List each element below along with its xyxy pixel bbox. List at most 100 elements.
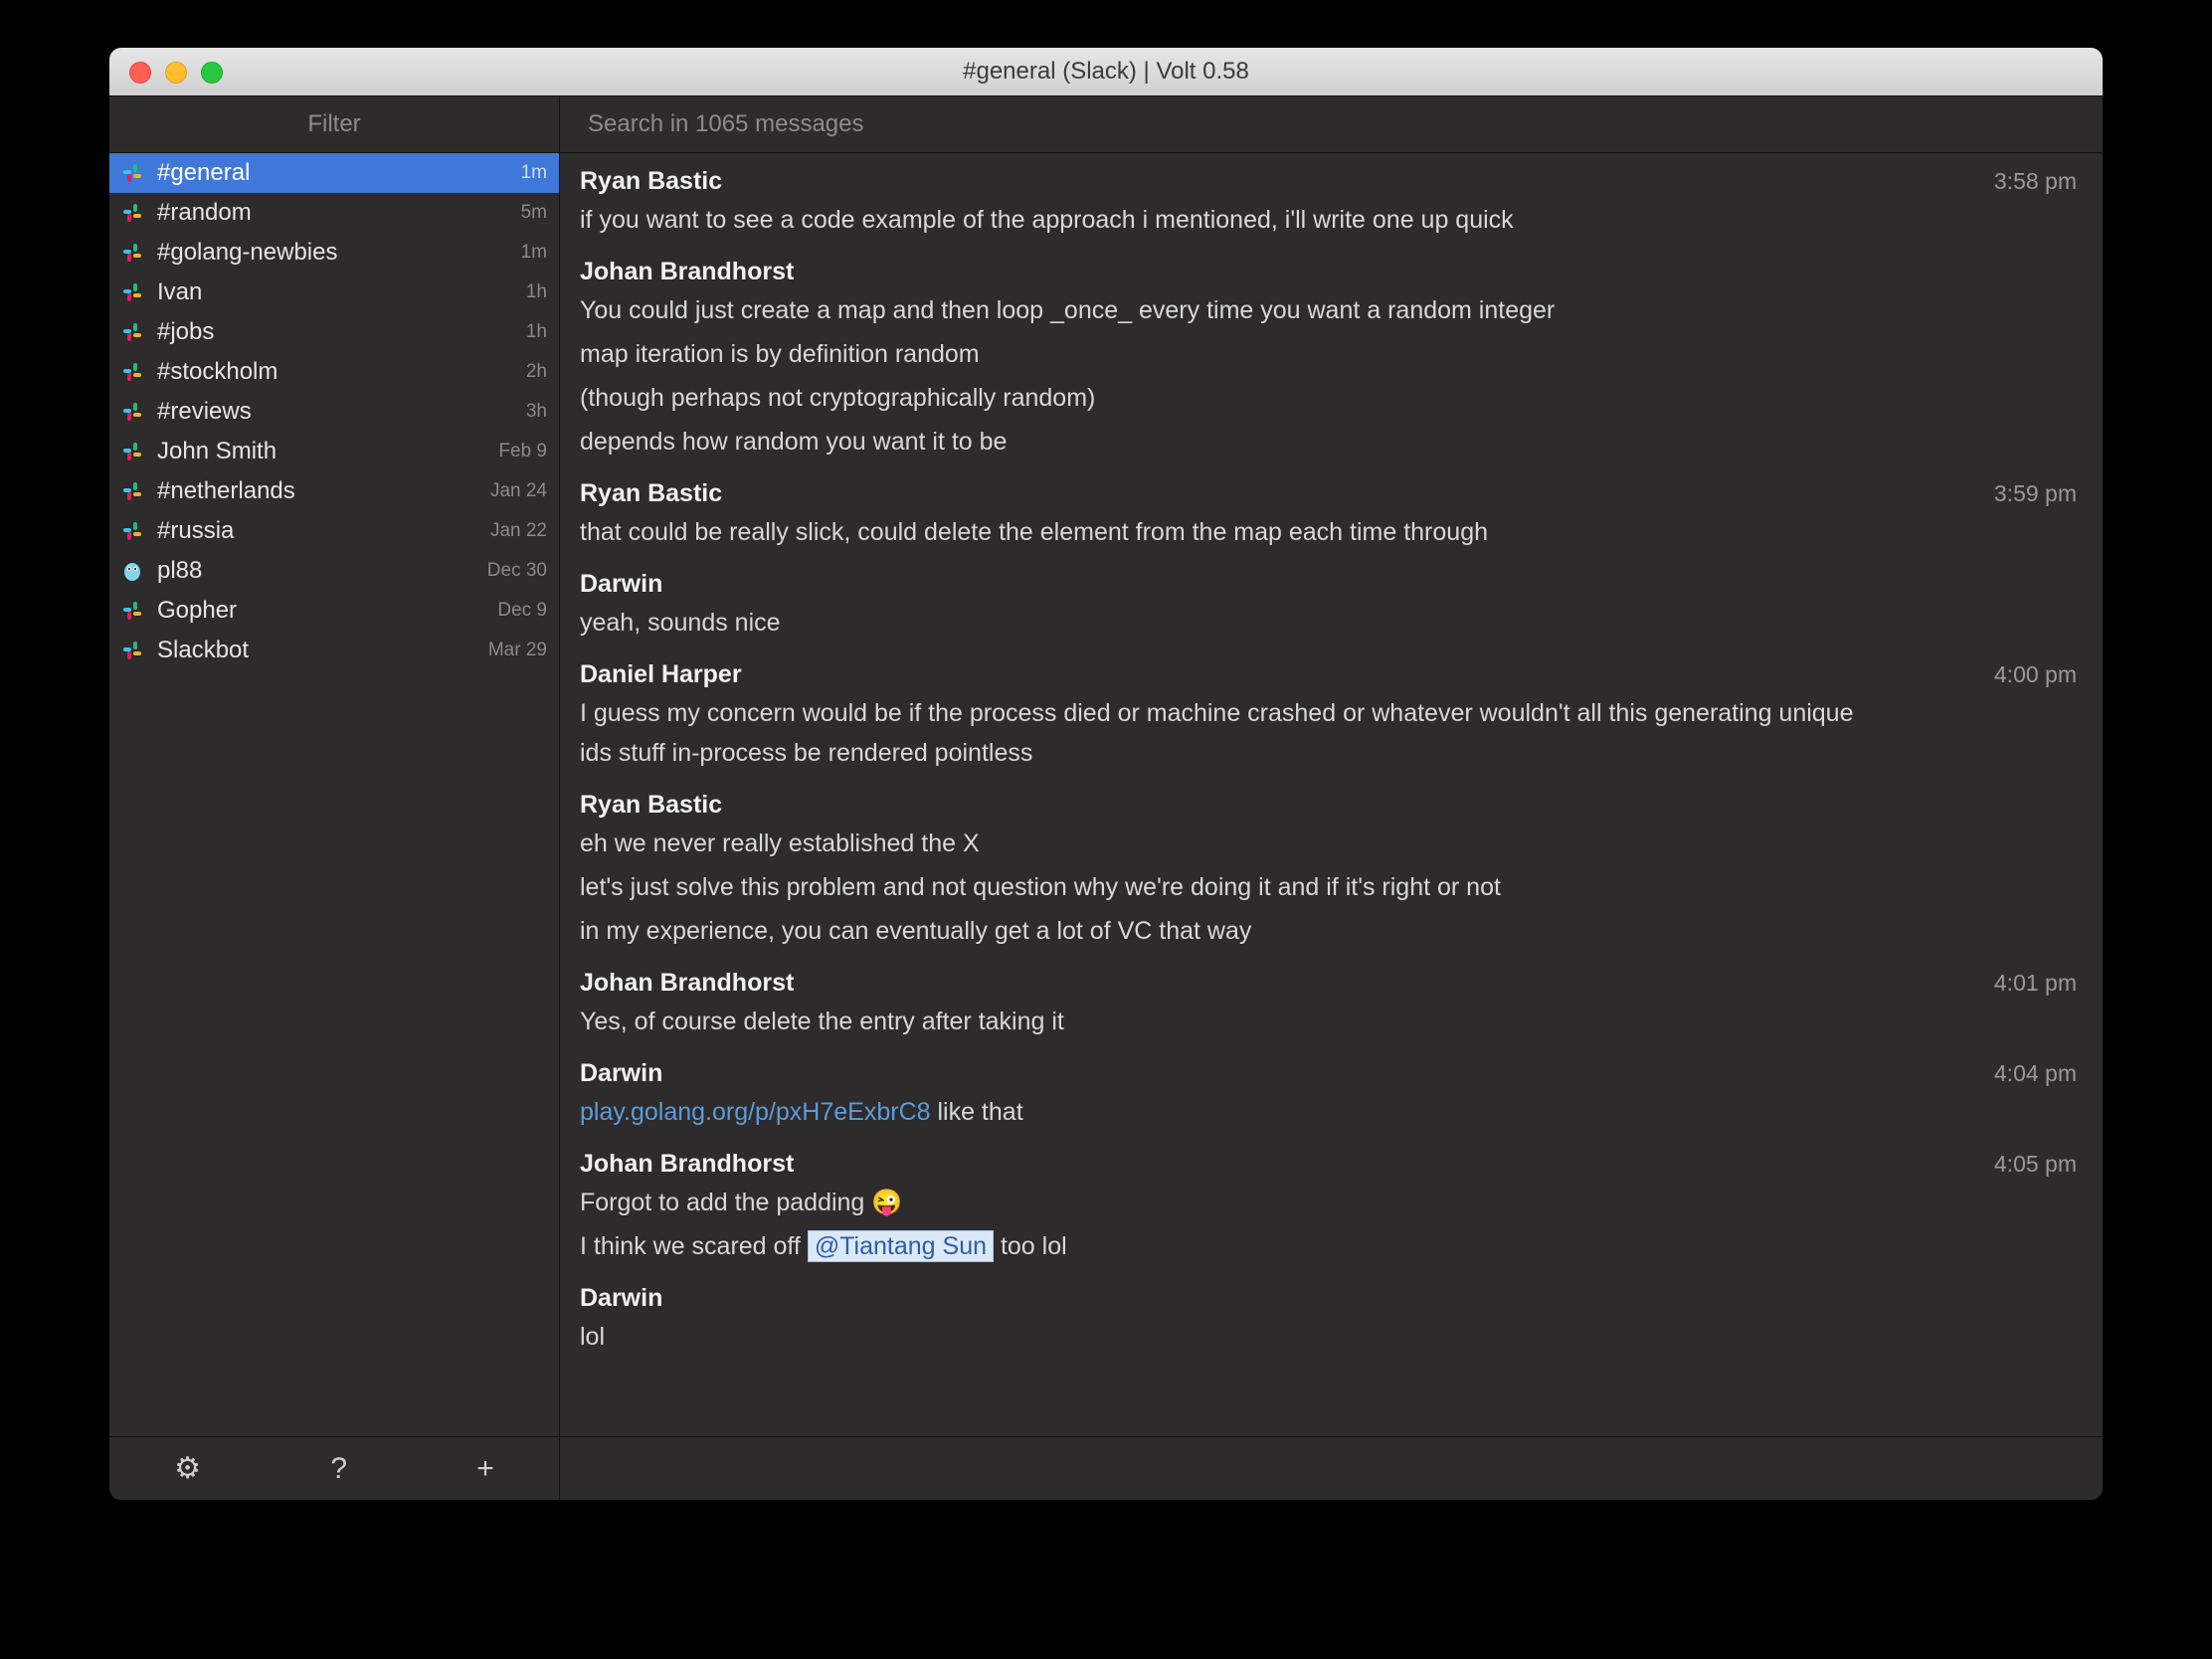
sidebar-item-pl88[interactable]: pl88 Dec 30 [109,551,559,591]
author-row: Darwin [580,1284,2083,1313]
message-line: depends how random you want it to be [580,422,1863,461]
channel-name: #random [157,199,521,227]
channel-name: #general [157,159,521,187]
slack-icon [120,599,144,623]
author-row: Ryan Bastic [580,791,2083,820]
mention[interactable]: @Tiantang Sun [808,1230,994,1262]
channel-name: Ivan [157,278,526,306]
gopher-icon [119,558,145,584]
app-window: #general (Slack) | Volt 0.58 #general 1m… [109,48,2103,1500]
message-author: Ryan Bastic [580,479,722,508]
channel-time: 1h [526,281,547,303]
sidebar-item-netherlands[interactable]: #netherlands Jan 24 [109,471,559,511]
sidebar-item-slackbot[interactable]: Slackbot Mar 29 [109,631,559,670]
slack-icon [119,240,145,266]
message-author: Ryan Bastic [580,791,722,820]
gear-icon[interactable]: ⚙ [174,1451,201,1486]
message-group: Darwin lol [580,1284,2083,1357]
slack-icon [120,519,144,543]
message-group: Darwin yeah, sounds nice [580,570,2083,643]
message-author: Darwin [580,1059,662,1088]
message-link[interactable]: play.golang.org/p/pxH7eExbrC8 [580,1098,931,1126]
channel-name: Gopher [157,597,497,625]
body: #general 1m #random 5m #golang-newbies 1… [109,153,2103,1436]
slack-icon [119,160,145,186]
message-line: play.golang.org/p/pxH7eExbrC8 like that [580,1092,1863,1132]
message-line: if you want to see a code example of the… [580,200,1863,240]
close-icon[interactable] [129,62,151,84]
slack-icon [119,638,145,663]
zoom-icon[interactable] [201,62,223,84]
slack-icon [119,279,145,305]
message-group: Daniel Harper 4:00 pm I guess my concern… [580,660,2083,773]
slack-icon [120,161,144,185]
help-icon[interactable]: ? [330,1452,347,1486]
channel-name: #jobs [157,318,526,346]
message-line: Yes, of course delete the entry after ta… [580,1002,1863,1041]
message-author: Johan Brandhorst [580,1150,794,1179]
sidebar-item-ivan[interactable]: Ivan 1h [109,273,559,312]
slack-icon [119,478,145,504]
channel-time: Dec 30 [487,560,547,582]
message-time: 4:00 pm [1994,661,2083,688]
sidebar-item-random[interactable]: #random 5m [109,193,559,233]
slack-icon [119,200,145,226]
message-time: 4:01 pm [1994,970,2083,997]
message-pane: Ryan Bastic 3:58 pm if you want to see a… [560,153,2103,1436]
footer-right [560,1437,2103,1500]
channel-time: Mar 29 [488,640,547,661]
message-line: (though perhaps not cryptographically ra… [580,378,1863,418]
toolbar [109,96,2103,152]
message-group: Ryan Bastic eh we never really establish… [580,791,2083,951]
channel-name: John Smith [157,438,498,465]
slack-icon [119,399,145,425]
message-author: Ryan Bastic [580,167,722,196]
message-line: in my experience, you can eventually get… [580,911,1863,951]
message-time: 4:05 pm [1994,1151,2083,1178]
footer-left: ⚙ ? + [109,1437,560,1500]
slack-icon [120,400,144,424]
channel-name: #russia [157,517,490,545]
sidebar-item-jobs[interactable]: #jobs 1h [109,312,559,352]
message-scroll[interactable]: Ryan Bastic 3:58 pm if you want to see a… [560,153,2103,1436]
message-group: Johan Brandhorst You could just create a… [580,258,2083,461]
sidebar-item-russia[interactable]: #russia Jan 22 [109,511,559,551]
channel-time: 1h [526,321,547,343]
sidebar-item-reviews[interactable]: #reviews 3h [109,392,559,432]
message-group: Ryan Bastic 3:59 pm that could be really… [580,479,2083,552]
message-line: lol [580,1317,1863,1357]
channel-name: #netherlands [157,477,490,505]
channel-name: #reviews [157,398,526,426]
channel-time: Dec 9 [497,600,547,622]
sidebar-item-golangnewbies[interactable]: #golang-newbies 1m [109,233,559,273]
slack-icon [120,440,144,463]
channel-time: Feb 9 [498,441,547,462]
author-row: Darwin [580,570,2083,599]
sidebar-item-stockholm[interactable]: #stockholm 2h [109,352,559,392]
slack-icon [120,280,144,304]
slack-icon [120,360,144,384]
sidebar-item-johnsmith[interactable]: John Smith Feb 9 [109,432,559,471]
message-group: Johan Brandhorst 4:05 pm Forgot to add t… [580,1150,2083,1266]
message-line: let's just solve this problem and not qu… [580,867,1863,907]
plus-icon[interactable]: + [476,1452,494,1486]
titlebar: #general (Slack) | Volt 0.58 [109,48,2103,95]
message-line: eh we never really established the X [580,824,1863,863]
gopher-icon [120,559,144,583]
sidebar-item-gopher[interactable]: Gopher Dec 9 [109,591,559,631]
filter-input[interactable] [109,96,559,152]
channel-time: 3h [526,401,547,423]
author-row: Johan Brandhorst 4:01 pm [580,969,2083,998]
search-input[interactable] [588,96,2103,152]
message-group: Ryan Bastic 3:58 pm if you want to see a… [580,167,2083,240]
author-row: Ryan Bastic 3:58 pm [580,167,2083,196]
slack-icon [119,439,145,464]
minimize-icon[interactable] [165,62,187,84]
sidebar-item-general[interactable]: #general 1m [109,153,559,193]
channel-name: pl88 [157,557,487,585]
window-title: #general (Slack) | Volt 0.58 [109,58,2103,86]
author-row: Ryan Bastic 3:59 pm [580,479,2083,508]
traffic-lights [129,62,223,84]
message-author: Darwin [580,570,662,599]
slack-icon [120,201,144,225]
